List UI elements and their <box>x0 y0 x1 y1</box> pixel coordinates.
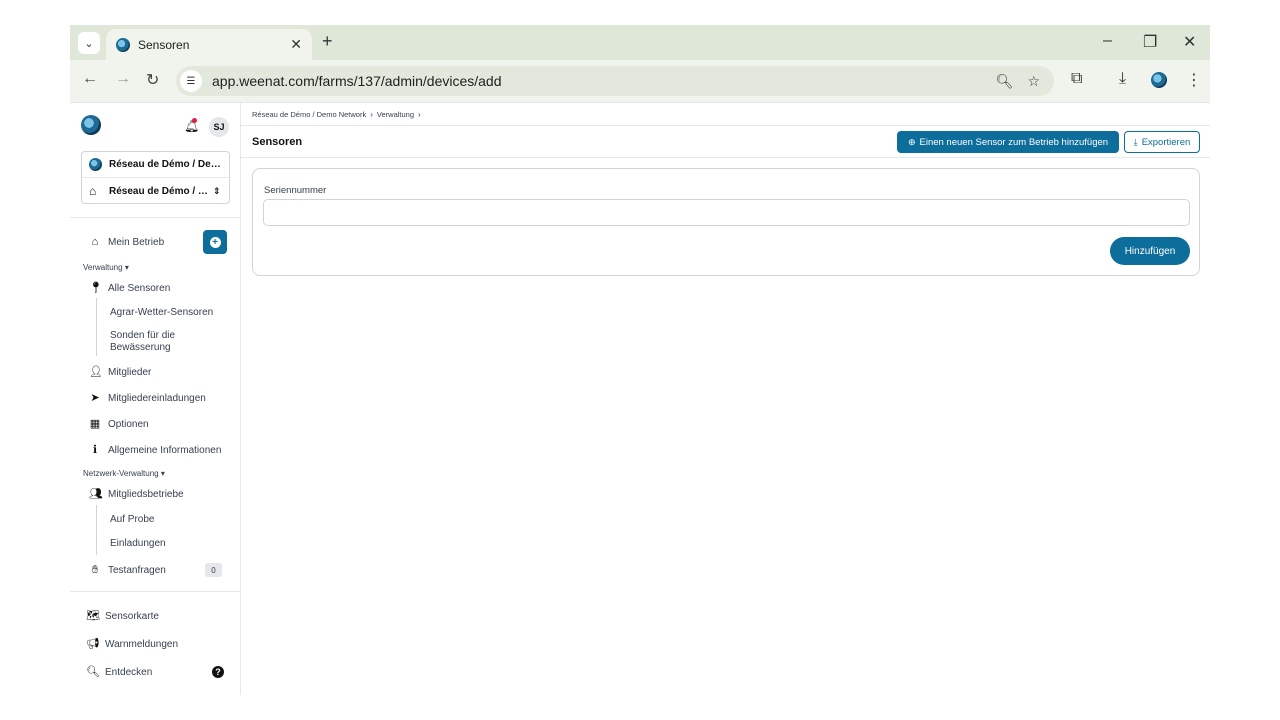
farm-name: Réseau de Démo / Demo Network <box>109 185 209 197</box>
add-sensor-label: Einen neuen Sensor zum Betrieb hinzufüge… <box>919 136 1109 148</box>
wave-hand-icon: ✋︎ <box>91 564 99 576</box>
farm-house-icon: ⌂ <box>89 183 97 198</box>
submit-button[interactable]: Hinzufügen <box>1110 237 1190 265</box>
discover-search-icon: 🔍︎ <box>86 666 100 678</box>
back-icon[interactable]: ← <box>82 70 98 88</box>
breadcrumb-admin[interactable]: Verwaltung <box>377 110 414 119</box>
sidebar-subitem-agri-weather[interactable]: Agrar-Wetter-Sensoren <box>110 307 213 319</box>
avatar[interactable]: SJ <box>209 117 229 137</box>
url-text[interactable]: app.weenat.com/farms/137/admin/devices/a… <box>212 73 996 89</box>
add-farm-button[interactable]: + <box>203 230 227 254</box>
profile-globe-icon[interactable] <box>1151 72 1167 88</box>
sidebar-item-label: Testanfragen <box>108 564 166 576</box>
serial-number-input[interactable] <box>263 199 1190 226</box>
page-header: Sensoren ⊕ Einen neuen Sensor zum Betrie… <box>241 125 1210 158</box>
updown-chevron-icon: ⇕ <box>213 185 221 196</box>
close-window-icon[interactable]: ✕ <box>1183 32 1196 52</box>
main-content: Réseau de Démo / Demo Network › Verwaltu… <box>241 103 1210 695</box>
sidebar-subitem-invitations[interactable]: Einladungen <box>110 538 166 550</box>
new-tab-icon[interactable]: + <box>322 31 333 52</box>
download-icon: ⤓ <box>1133 136 1138 147</box>
browser-tab[interactable]: Sensoren ✕ <box>106 29 312 60</box>
extensions-icon[interactable]: ⧉ <box>1071 70 1082 88</box>
bookmark-star-icon[interactable]: ☆ <box>1027 73 1040 90</box>
section-label-network[interactable]: Netzwerk-Verwaltung ▾ <box>83 469 165 478</box>
add-pin-icon: ⊕ <box>907 136 916 147</box>
divider <box>70 217 241 218</box>
tab-strip: ⌄ Sensoren ✕ + – ❐ ✕ <box>70 25 1210 60</box>
export-button[interactable]: ⤓ Exportieren <box>1124 131 1200 153</box>
person-icon: 👤︎ <box>89 366 103 378</box>
address-bar[interactable]: ☰ app.weenat.com/farms/137/admin/devices… <box>176 66 1054 96</box>
add-sensor-form: Seriennummer Hinzufügen <box>252 168 1200 276</box>
zoom-icon[interactable]: 🔍︎ <box>996 73 1014 90</box>
sidebar-item-label: Mitgliedsbetriebe <box>108 488 184 500</box>
serial-number-label: Seriennummer <box>264 185 327 196</box>
menu-kebab-icon[interactable]: ⋮ <box>1186 70 1202 90</box>
breadcrumb: Réseau de Démo / Demo Network › Verwaltu… <box>252 110 421 119</box>
sidebar-subitem-irrigation[interactable]: Sonden für die Bewässerung <box>110 330 210 354</box>
grid-icon: ▦ <box>89 418 101 430</box>
sidebar-item-all-sensors[interactable]: 📍︎ Alle Sensoren <box>70 277 241 299</box>
weenat-logo[interactable] <box>81 115 101 135</box>
network-name: Réseau de Démo / Demo Network <box>109 159 221 170</box>
sidebar-item-label: Optionen <box>108 418 149 430</box>
submenu-line <box>96 505 97 555</box>
sidebar-item-alerts[interactable]: 📢︎ Warnmeldungen <box>70 633 241 655</box>
sidebar-item-general-info[interactable]: ℹ Allgemeine Informationen <box>70 439 241 461</box>
download-icon[interactable]: ⤓ <box>1119 70 1126 88</box>
tab-search-chevron-icon[interactable]: ⌄ <box>78 32 100 54</box>
org-switcher: Réseau de Démo / Demo Network ⌂ Réseau d… <box>81 151 231 204</box>
sidebar-item-options[interactable]: ▦ Optionen <box>70 413 241 435</box>
chevron-right-icon: › <box>418 110 421 119</box>
sidebar-item-label: Mitgliedereinladungen <box>108 392 206 404</box>
sidebar-item-member-farms[interactable]: 👥︎ Mitgliedsbetriebe <box>70 483 241 505</box>
sidebar-item-label: Warnmeldungen <box>105 638 179 650</box>
plus-circle-icon: + <box>209 236 221 248</box>
divider <box>70 591 241 592</box>
sidebar-item-member-invitations[interactable]: ➤ Mitgliedereinladungen <box>70 387 241 409</box>
site-settings-icon[interactable]: ☰ <box>180 70 202 92</box>
sidebar-item-label: Entdecken <box>105 666 153 678</box>
network-selector[interactable]: Réseau de Démo / Demo Network <box>82 152 231 178</box>
sidebar-item-label: Sensorkarte <box>105 610 159 622</box>
info-icon: ℹ <box>92 444 98 456</box>
tab-close-icon[interactable]: ✕ <box>290 36 302 53</box>
sidebar: 🔔︎ SJ Réseau de Démo / Demo Network ⌂ Ré… <box>70 103 241 695</box>
sidebar-item-label: Alle Sensoren <box>108 282 171 294</box>
app-area: 🔔︎ SJ Réseau de Démo / Demo Network ⌂ Ré… <box>70 102 1210 695</box>
sidebar-subitem-on-trial[interactable]: Auf Probe <box>110 514 154 526</box>
megaphone-icon: 📢︎ <box>86 638 100 650</box>
tab-title: Sensoren <box>138 37 190 52</box>
sidebar-item-label: Allgemeine Informationen <box>108 444 222 456</box>
send-icon: ➤ <box>90 392 100 404</box>
network-globe-icon <box>89 158 102 171</box>
export-label: Exportieren <box>1141 136 1191 148</box>
sidebar-item-sensor-map[interactable]: 🗺︎ Sensorkarte <box>70 605 241 627</box>
sidebar-item-label: Mein Betrieb <box>108 236 165 248</box>
reload-icon[interactable]: ↻ <box>146 70 159 90</box>
chevron-right-icon: › <box>370 110 373 119</box>
browser-window: ⌄ Sensoren ✕ + – ❐ ✕ ← → ↻ ☰ app.weenat.… <box>70 25 1210 695</box>
farm-selector[interactable]: ⌂ Réseau de Démo / Demo Network ⇕ <box>82 178 231 204</box>
sidebar-item-members[interactable]: 👤︎ Mitglieder <box>70 361 241 383</box>
add-sensor-button[interactable]: ⊕ Einen neuen Sensor zum Betrieb hinzufü… <box>897 131 1119 153</box>
sidebar-item-label: Mitglieder <box>108 366 152 378</box>
sensor-pin-icon: 📍︎ <box>89 282 103 294</box>
globe-favicon-icon <box>116 37 130 52</box>
help-icon[interactable]: ? <box>212 666 224 678</box>
page-title: Sensoren <box>252 136 303 148</box>
browser-toolbar: ← → ↻ ☰ app.weenat.com/farms/137/admin/d… <box>70 60 1210 102</box>
map-icon: 🗺︎ <box>86 610 100 622</box>
section-label-admin[interactable]: Verwaltung ▾ <box>83 263 129 272</box>
minimize-icon[interactable]: – <box>1103 32 1112 50</box>
farm-icon: ⌂ <box>91 236 99 248</box>
test-requests-count-badge: 0 <box>205 563 222 577</box>
restore-icon[interactable]: ❐ <box>1143 32 1157 52</box>
breadcrumb-network[interactable]: Réseau de Démo / Demo Network <box>252 110 366 119</box>
notification-dot <box>192 118 197 123</box>
submenu-line <box>96 298 97 356</box>
forward-icon[interactable]: → <box>115 70 131 88</box>
group-icon: 👥︎ <box>89 488 103 500</box>
